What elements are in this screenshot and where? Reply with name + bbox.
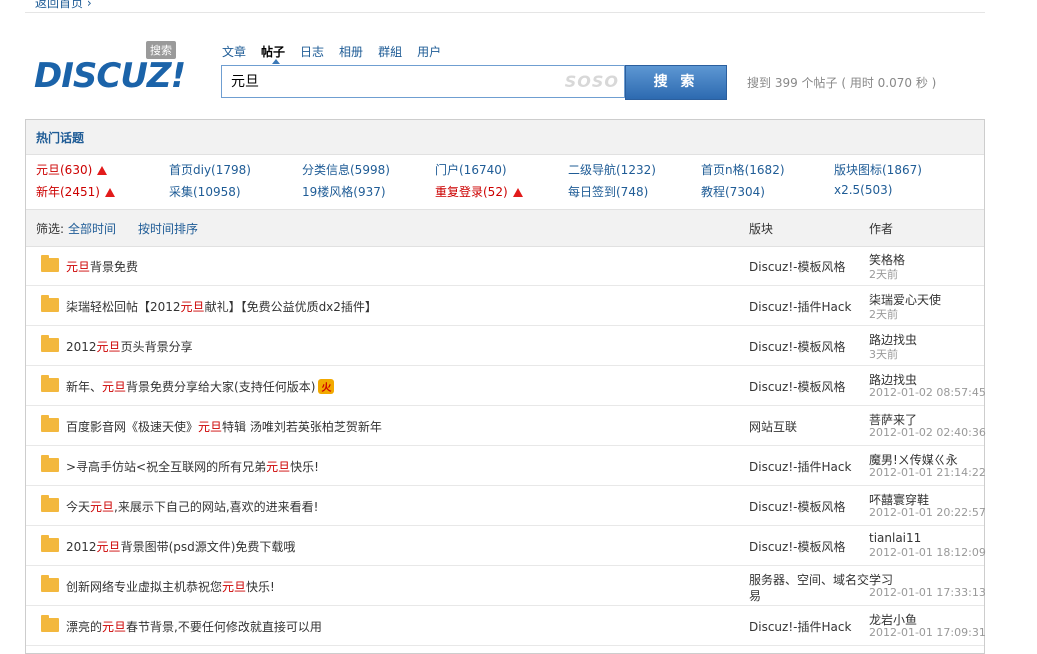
hot-topic-link[interactable]: 采集(10958) [169, 183, 241, 200]
post-time: 2012-01-01 21:14:22 [869, 466, 986, 479]
result-row: 创新网络专业虚拟主机恭祝您元旦快乐! 服务器、空间、域名交易 学习 2012-01-0… [26, 566, 986, 606]
column-forum: 版块 [749, 222, 774, 236]
hot-topic-link[interactable]: 二级导航(1232) [568, 161, 656, 178]
result-row: 今天元旦,来展示下自己的网站,喜欢的进来看看! Discuz!-模板风格 吥囍寰穿鞋… [26, 486, 986, 526]
logo-wordmark: DISCUZ! [34, 56, 186, 96]
trending-up-arrow-icon [512, 188, 523, 197]
hot-topic-link[interactable]: 版块图标(1867) [834, 161, 922, 178]
hot-topics-header: 热门话题 [26, 120, 984, 155]
thread-title-link[interactable]: >寻高手仿站<祝全互联网的所有兄弟元旦快乐! [66, 458, 319, 475]
column-author: 作者 [869, 222, 894, 236]
thread-title-link[interactable]: 2012元旦页头背景分享 [66, 338, 193, 355]
tab-posts[interactable]: 帖子 [261, 45, 285, 59]
folder-icon [41, 495, 59, 512]
result-row: >寻高手仿站<祝全互联网的所有兄弟元旦快乐! Discuz!-插件Hack 魔男!ㄨ… [26, 446, 986, 486]
folder-icon [41, 615, 59, 632]
forum-link[interactable]: Discuz!-模板风格 [749, 498, 845, 515]
forum-link[interactable]: Discuz!-插件Hack [749, 458, 851, 475]
thread-title-link[interactable]: 漂亮的元旦春节背景,不要任何修改就直接可以用 [66, 618, 322, 635]
hot-topic-link[interactable]: 首页diy(1798) [169, 161, 251, 178]
hot-topic-link[interactable]: 19楼风格(937) [302, 183, 386, 200]
hot-fire-icon: 火 [318, 379, 335, 394]
tab-blogs[interactable]: 日志 [300, 45, 324, 59]
soso-logo: SOSO [564, 72, 619, 91]
hot-topic-link[interactable]: 新年(2451) [36, 183, 115, 200]
result-row: 新年、元旦背景免费分享给大家(支持任何版本) 火 Discuz!-模板风格 路边找虫 2… [26, 366, 986, 406]
post-time: 2012-01-01 17:33:13 [869, 586, 986, 599]
logo-search-tag: 搜索 [146, 41, 176, 59]
search-input[interactable] [229, 72, 563, 90]
search-box: SOSO [221, 65, 625, 98]
trending-up-arrow-icon [97, 166, 108, 175]
search-type-tabs: 文章 帖子 日志 相册 群組 用户 [222, 43, 456, 64]
tab-users[interactable]: 用户 [417, 45, 441, 59]
result-row: 2012元旦背景图带(psd源文件)免费下载哦 Discuz!-模板风格 tianl… [26, 526, 986, 566]
tab-articles[interactable]: 文章 [222, 45, 246, 59]
result-summary: 搜到 399 个帖子 ( 用时 0.070 秒 ) [747, 76, 937, 90]
result-row: 漂亮的元旦春节背景,不要任何修改就直接可以用 Discuz!-插件Hack 龙岩小鱼… [26, 606, 986, 646]
thread-title-link[interactable]: 元旦背景免费 [66, 258, 138, 275]
hot-topic-link[interactable]: x2.5(503) [834, 183, 892, 197]
post-time: 3天前 [869, 348, 898, 361]
top-breadcrumb-bar: 返回首页 › [25, 0, 985, 13]
thread-title-link[interactable]: 今天元旦,来展示下自己的网站,喜欢的进来看看! [66, 498, 318, 515]
forum-link[interactable]: Discuz!-插件Hack [749, 298, 851, 315]
forum-link[interactable]: Discuz!-模板风格 [749, 338, 845, 355]
hot-topic-link[interactable]: 门户(16740) [435, 161, 507, 178]
back-home-link[interactable]: 返回首页 › [35, 0, 92, 11]
folder-icon [41, 415, 59, 432]
thread-title-link[interactable]: 2012元旦背景图带(psd源文件)免费下载哦 [66, 538, 295, 555]
post-time: 2012-01-02 02:40:36 [869, 426, 986, 439]
results-list: 元旦背景免费 Discuz!-模板风格 笑格格 2天前 柒瑞轻松回帖【2012元旦献礼】… [26, 246, 986, 646]
folder-icon [41, 255, 59, 272]
forum-link[interactable]: Discuz!-模板风格 [749, 378, 845, 395]
filter-label: 筛选: [36, 222, 65, 236]
result-row: 百度影音网《极速天使》元旦特辑 汤唯刘若英张柏芝贺新年 网站互联 菩萨来了 2012-… [26, 406, 986, 446]
folder-icon [41, 295, 59, 312]
result-row: 2012元旦页头背景分享 Discuz!-模板风格 路边找虫 3天前 [26, 326, 984, 366]
hot-topic-link[interactable]: 每日签到(748) [568, 183, 648, 200]
folder-icon [41, 455, 59, 472]
folder-icon [41, 375, 59, 392]
folder-icon [41, 575, 59, 592]
hot-topic-link[interactable]: 重复登录(52) [435, 183, 523, 200]
results-panel: 热门话题 元旦(630) 首页diy(1798) 分类信息(5998) 门户(1674… [25, 119, 986, 654]
thread-title-link[interactable]: 新年、元旦背景免费分享给大家(支持任何版本) 火 [66, 378, 335, 395]
filter-bar: 筛选: 全部时间 按时间排序 版块 作者 [26, 209, 984, 247]
author-link[interactable]: tianlai11 [869, 531, 921, 545]
hot-topic-link[interactable]: 首页n格(1682) [701, 161, 785, 178]
thread-title-link[interactable]: 柒瑞轻松回帖【2012元旦献礼】【免费公益优质dx2插件】 [66, 298, 377, 315]
hot-topics-title: 热门话题 [36, 131, 85, 145]
post-time: 2012-01-01 17:09:31 [869, 626, 986, 639]
forum-link[interactable]: Discuz!-模板风格 [749, 258, 845, 275]
post-time: 2012-01-02 08:57:45 [869, 386, 986, 399]
folder-icon [41, 335, 59, 352]
result-row: 元旦背景免费 Discuz!-模板风格 笑格格 2天前 [26, 246, 984, 286]
hot-topic-link[interactable]: 教程(7304) [701, 183, 765, 200]
active-tab-caret [272, 59, 280, 64]
hot-topic-link[interactable]: 分类信息(5998) [302, 161, 390, 178]
tab-groups[interactable]: 群組 [378, 45, 402, 59]
thread-title-link[interactable]: 百度影音网《极速天使》元旦特辑 汤唯刘若英张柏芝贺新年 [66, 418, 382, 435]
forum-link[interactable]: Discuz!-模板风格 [749, 538, 845, 555]
tab-albums[interactable]: 相册 [339, 45, 363, 59]
trending-up-arrow-icon [104, 188, 115, 197]
filter-all-time[interactable]: 全部时间 [68, 220, 116, 237]
forum-link[interactable]: Discuz!-插件Hack [749, 618, 851, 635]
post-time: 2天前 [869, 268, 898, 281]
forum-link[interactable]: 网站互联 [749, 418, 797, 435]
post-time: 2012-01-01 20:22:57 [869, 506, 986, 519]
discuz-logo[interactable]: DISCUZ! 搜索 [34, 41, 204, 96]
result-row: 柒瑞轻松回帖【2012元旦献礼】【免费公益优质dx2插件】 Discuz!-插件H… [26, 286, 984, 326]
post-time: 2012-01-01 18:12:09 [869, 546, 986, 559]
search-button[interactable]: 搜 索 [625, 65, 727, 100]
post-time: 2天前 [869, 308, 898, 321]
forum-link[interactable]: 服务器、空间、域名交易 [749, 572, 874, 604]
hot-topic-link[interactable]: 元旦(630) [36, 161, 108, 178]
thread-title-link[interactable]: 创新网络专业虚拟主机恭祝您元旦快乐! [66, 578, 275, 595]
folder-icon [41, 535, 59, 552]
filter-sort-by-time[interactable]: 按时间排序 [138, 220, 198, 237]
